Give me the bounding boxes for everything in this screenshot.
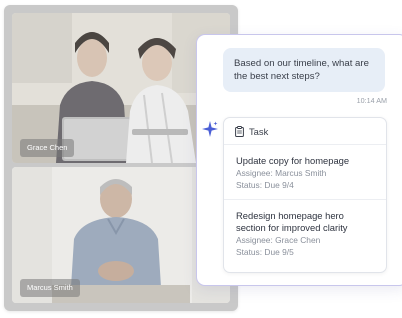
user-message-bubble: Based on our timeline, what are the best…: [223, 48, 385, 92]
task-status: Status: Due 9/5: [236, 246, 294, 257]
task-title: Update copy for homepage: [236, 155, 350, 166]
task-status: Status: Due 9/4: [236, 179, 294, 190]
clipboard-icon: [235, 125, 244, 137]
task-card: Task Update copy for homepage Assignee: …: [223, 117, 387, 273]
assistant-chat-card: Based on our timeline, what are the best…: [196, 34, 402, 286]
task-card-header: Task: [224, 118, 386, 145]
task-header-label: Task: [249, 125, 269, 137]
task-title: Redesign homepage hero section for impro…: [236, 210, 348, 233]
task-item[interactable]: Update copy for homepage Assignee: Marcu…: [224, 145, 386, 199]
user-message-text: Based on our timeline, what are the best…: [234, 58, 369, 82]
sparkle-icon: [202, 121, 218, 137]
participant-name-tag: Grace Chen: [20, 139, 75, 157]
task-assignee: Assignee: Grace Chen: [236, 235, 321, 245]
task-assignee: Assignee: Marcus Smith: [236, 168, 327, 178]
message-timestamp: 10:14 AM: [356, 96, 387, 105]
task-item[interactable]: Redesign homepage hero section for impro…: [224, 199, 386, 266]
participant-name-tag: Marcus Smith: [20, 279, 80, 297]
